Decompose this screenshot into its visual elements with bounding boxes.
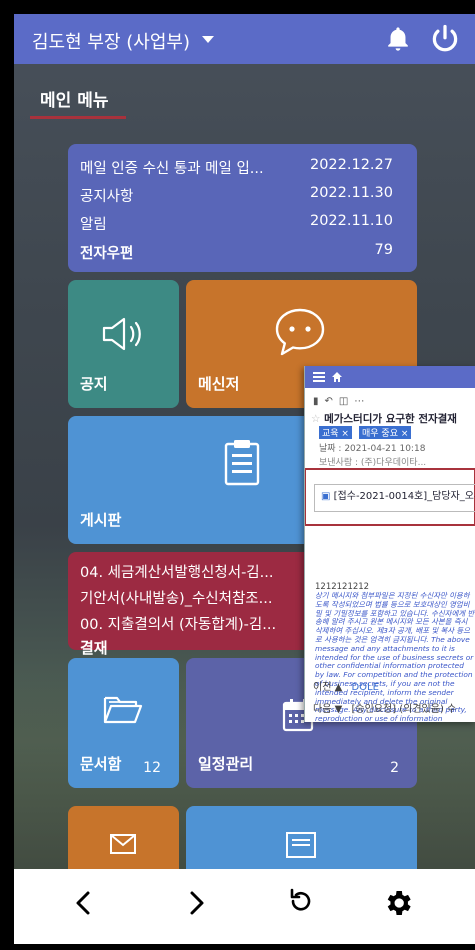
popup-sender: 보낸사람 : (주)다우데이타... xyxy=(319,458,427,468)
mail-item-title: 메일 인증 수신 통과 메일 입... xyxy=(80,161,264,177)
attachment-name: [접수-2021-0014호]_담당자_오류 xyxy=(333,491,475,502)
mail-label-row: 전자우편 79 xyxy=(80,242,405,263)
notice-tile[interactable]: 공지 xyxy=(68,280,179,408)
folder-icon xyxy=(103,696,143,724)
back-icon[interactable] xyxy=(68,887,100,919)
next-label: 다음 ▼ xyxy=(313,704,343,715)
prev-mail-link[interactable]: 이전 ▲ DOLE xyxy=(313,678,379,693)
mail-item[interactable]: 메일 인증 수신 통과 메일 입... 2022.12.27 xyxy=(80,157,405,182)
main-menu-title: 메인 메뉴 xyxy=(40,91,109,111)
docbox-count: 12 xyxy=(143,760,161,776)
user-selector[interactable]: 김도현 부장 (사업부) xyxy=(32,28,190,54)
mail-item-title: 공지사항 xyxy=(80,189,134,205)
chat-bubble-icon xyxy=(275,308,325,356)
next-mail-link[interactable]: 다음 ▼ [승인요청] (의견있음) 수 xyxy=(313,700,456,715)
chevron-down-icon[interactable] xyxy=(202,36,214,43)
mail-item-title: 알림 xyxy=(80,217,107,233)
popup-subject: ☆ 메가스터디가 요구한 전자결재 xyxy=(311,411,457,426)
file-icon: ▣ xyxy=(321,491,331,502)
notice-label: 공지 xyxy=(80,375,108,393)
envelope-icon xyxy=(110,834,136,854)
docbox-label: 문서함 xyxy=(80,755,122,773)
attachment-item[interactable]: ▣ [접수-2021-0014호]_담당자_오류 xyxy=(314,484,475,512)
forward-icon[interactable] xyxy=(180,887,212,919)
board-label: 게시판 xyxy=(80,511,122,529)
app-screen: 김도현 부장 (사업부) 메인 메뉴 메일 인증 수신 통과 메일 입... 2… xyxy=(14,14,475,944)
popup-header xyxy=(305,366,475,388)
clipboard-icon xyxy=(224,440,260,486)
schedule-count: 2 xyxy=(390,760,399,776)
device-frame: 김도현 부장 (사업부) 메인 메뉴 메일 인증 수신 통과 메일 입... 2… xyxy=(0,0,475,950)
reply-icon[interactable]: ↶ xyxy=(325,396,339,407)
more-icon[interactable]: ⋯ xyxy=(354,396,370,407)
document-icon xyxy=(286,832,316,858)
mail-label: 전자우편 xyxy=(80,246,134,262)
tag-badge[interactable]: 매우 중요 × xyxy=(359,426,412,439)
trash-icon[interactable]: ◫ xyxy=(339,396,354,407)
mail-item-date: 2022.12.27 xyxy=(309,157,393,173)
mail-count: 79 xyxy=(374,242,393,258)
star-icon[interactable]: ☆ xyxy=(311,413,320,425)
mail-item[interactable]: 공지사항 2022.11.30 xyxy=(80,185,405,210)
popup-toolbar: ▮↶◫⋯ xyxy=(313,396,370,407)
speaker-icon xyxy=(102,317,141,351)
popup-subject-text: 메가스터디가 요구한 전자결재 xyxy=(324,413,457,425)
refresh-icon[interactable] xyxy=(284,887,316,919)
mail-item-date: 2022.11.30 xyxy=(309,185,393,201)
schedule-label: 일정관리 xyxy=(198,755,254,773)
approval-label: 결재 xyxy=(80,639,108,657)
prev-label: 이전 ▲ xyxy=(313,682,343,693)
tag-badge[interactable]: 교육 × xyxy=(319,426,352,439)
attachment-highlight: ▣ [접수-2021-0014호]_담당자_오류 xyxy=(305,468,475,526)
mail-item-date: 2022.11.10 xyxy=(309,213,393,229)
messenger-label: 메신저 xyxy=(198,375,240,393)
mail-preview-popup[interactable]: ▮↶◫⋯ ☆ 메가스터디가 요구한 전자결재 교육 × 매우 중요 × 날짜 :… xyxy=(304,366,475,722)
bell-icon[interactable] xyxy=(384,24,412,54)
mail-item[interactable]: 알림 2022.11.10 xyxy=(80,213,405,238)
menu-title-underline xyxy=(30,116,126,119)
next-title: [승인요청] (의견있음) 수 xyxy=(351,704,457,715)
bookmark-icon[interactable]: ▮ xyxy=(313,396,325,407)
bottom-nav-bar xyxy=(14,869,475,944)
top-bar: 김도현 부장 (사업부) xyxy=(14,14,475,64)
home-icon[interactable] xyxy=(331,371,343,383)
power-icon[interactable] xyxy=(430,24,460,54)
docbox-tile[interactable]: 문서함 12 xyxy=(68,658,179,788)
popup-date: 날짜 : 2021-04-21 10:18 xyxy=(319,444,426,454)
mail-tile[interactable]: 메일 인증 수신 통과 메일 입... 2022.12.27 공지사항 2022… xyxy=(68,144,417,272)
hamburger-icon[interactable] xyxy=(313,372,325,382)
gear-icon[interactable] xyxy=(382,887,414,919)
prev-title: DOLE xyxy=(351,682,379,693)
